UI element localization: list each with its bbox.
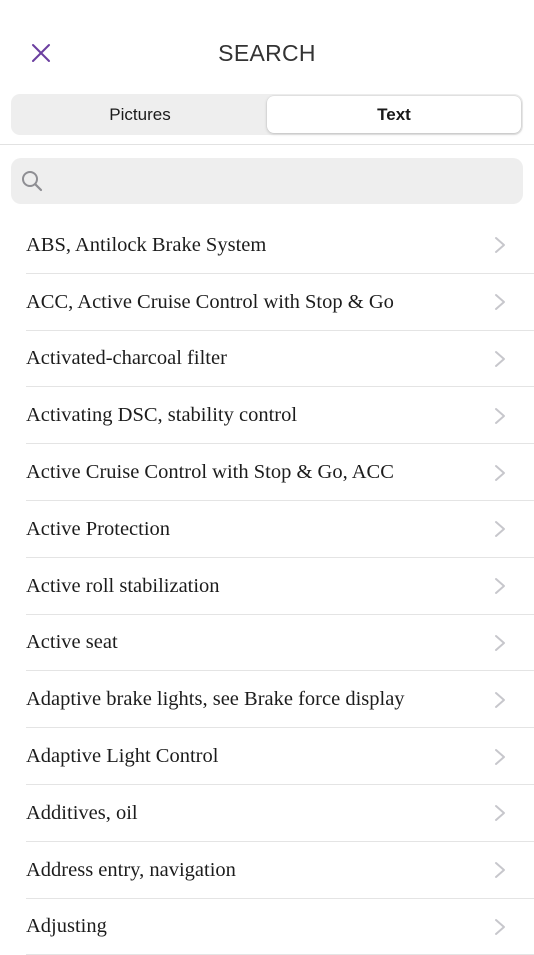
page-title: SEARCH [218, 40, 316, 66]
chevron-right-icon [495, 691, 505, 708]
chevron-right-icon [495, 521, 505, 538]
search-input[interactable] [43, 158, 523, 204]
list-item-label: ABS, Antilock Brake System [26, 233, 267, 256]
list-item[interactable]: Additives, oil [0, 785, 534, 842]
chevron-right-icon [495, 237, 505, 254]
list-item-label: Adjusting [26, 915, 107, 938]
tab-pictures[interactable]: Pictures [13, 96, 267, 133]
list-item[interactable]: Activated-charcoal filter [0, 331, 534, 388]
chevron-right-icon [495, 862, 505, 879]
header: SEARCH [0, 0, 534, 94]
chevron-right-icon [495, 805, 505, 822]
list-item-label: Active Protection [26, 517, 171, 540]
chevron-right-icon [495, 634, 505, 651]
list-item[interactable]: Active Cruise Control with Stop & Go, AC… [0, 444, 534, 501]
list-item-label: ACC, Active Cruise Control with Stop & G… [26, 290, 394, 313]
list-item[interactable]: Adaptive brake lights, see Brake force d… [0, 671, 534, 728]
tab-text[interactable]: Text [267, 96, 521, 133]
chevron-right-icon [495, 464, 505, 481]
list-item-label: Adaptive brake lights, see Brake force d… [26, 688, 405, 711]
list-item[interactable]: Adaptive Light Control [0, 728, 534, 785]
chevron-right-icon [495, 748, 505, 765]
list-item-label: Active roll stabilization [26, 574, 220, 597]
chevron-right-icon [495, 918, 505, 935]
list-item[interactable]: Active seat [0, 615, 534, 672]
list-item-label: Additives, oil [26, 801, 138, 824]
chevron-right-icon [495, 407, 505, 424]
search-mode-segmented-control: Pictures Text [11, 94, 523, 135]
list-item-label: Activating DSC, stability control [26, 404, 298, 427]
search-icon [22, 171, 43, 192]
search-bar[interactable] [11, 158, 523, 204]
list-item[interactable]: Activating DSC, stability control [0, 387, 534, 444]
list-item-label: Activated-charcoal filter [26, 347, 227, 370]
list-item[interactable]: ACC, Active Cruise Control with Stop & G… [0, 274, 534, 331]
list-item[interactable]: Address entry, navigation [0, 842, 534, 899]
list-item[interactable]: ABS, Antilock Brake System [0, 217, 534, 274]
list-item-label: Active Cruise Control with Stop & Go, AC… [26, 461, 394, 484]
list-item[interactable]: Adjusting [0, 899, 534, 955]
list-item-label: Adaptive Light Control [26, 745, 219, 768]
header-divider [0, 144, 534, 145]
list-item-label: Active seat [26, 631, 118, 654]
list-item[interactable]: Active roll stabilization [0, 558, 534, 615]
chevron-right-icon [495, 578, 505, 595]
chevron-right-icon [495, 350, 505, 367]
list-item-label: Address entry, navigation [26, 858, 236, 881]
chevron-right-icon [495, 294, 505, 311]
results-list: ABS, Antilock Brake System ACC, Active C… [0, 217, 534, 955]
list-item[interactable]: Active Protection [0, 501, 534, 558]
